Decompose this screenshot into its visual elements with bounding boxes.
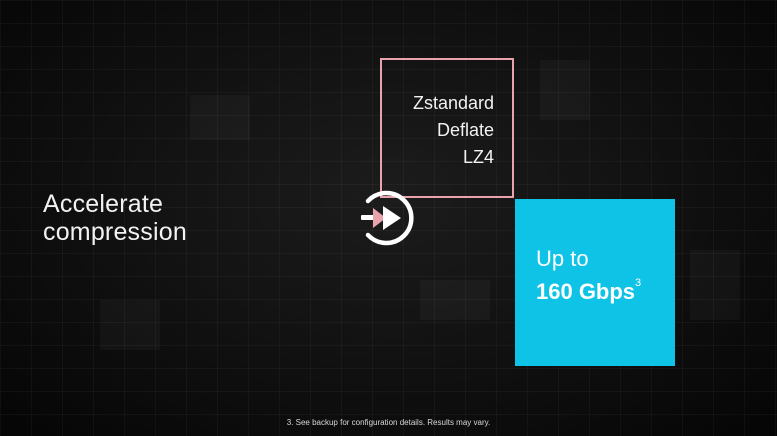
speed-label: Up to — [536, 246, 589, 271]
video-frame[interactable]: Accelerate compression Zstandard Deflate… — [0, 0, 777, 436]
footnote-reference: 3 — [635, 277, 642, 289]
algorithm-box: Zstandard Deflate LZ4 — [380, 58, 514, 198]
background-tile — [420, 280, 490, 320]
algorithm-item: Zstandard — [412, 93, 494, 113]
play-button[interactable] — [351, 181, 425, 255]
speed-box: Up to 160 Gbps3 — [515, 199, 675, 366]
headline-line-1: Accelerate — [43, 190, 164, 218]
footnote: 3. See backup for configuration details.… — [286, 418, 491, 427]
background-tile — [190, 95, 250, 140]
headline-line-2: compression — [43, 218, 187, 246]
algorithm-item: Deflate — [436, 120, 494, 140]
background-tile — [540, 60, 590, 120]
background-tile — [100, 300, 160, 350]
play-circle-icon — [361, 190, 414, 246]
algorithm-list: Zstandard Deflate LZ4 — [413, 90, 494, 171]
speed-value-text: 160 Gbps — [536, 279, 636, 304]
background-tile — [690, 250, 740, 320]
headline: Accelerate compression — [43, 190, 187, 246]
algorithm-item: LZ4 — [462, 147, 494, 167]
speed-value: 160 Gbps3 — [536, 277, 642, 305]
